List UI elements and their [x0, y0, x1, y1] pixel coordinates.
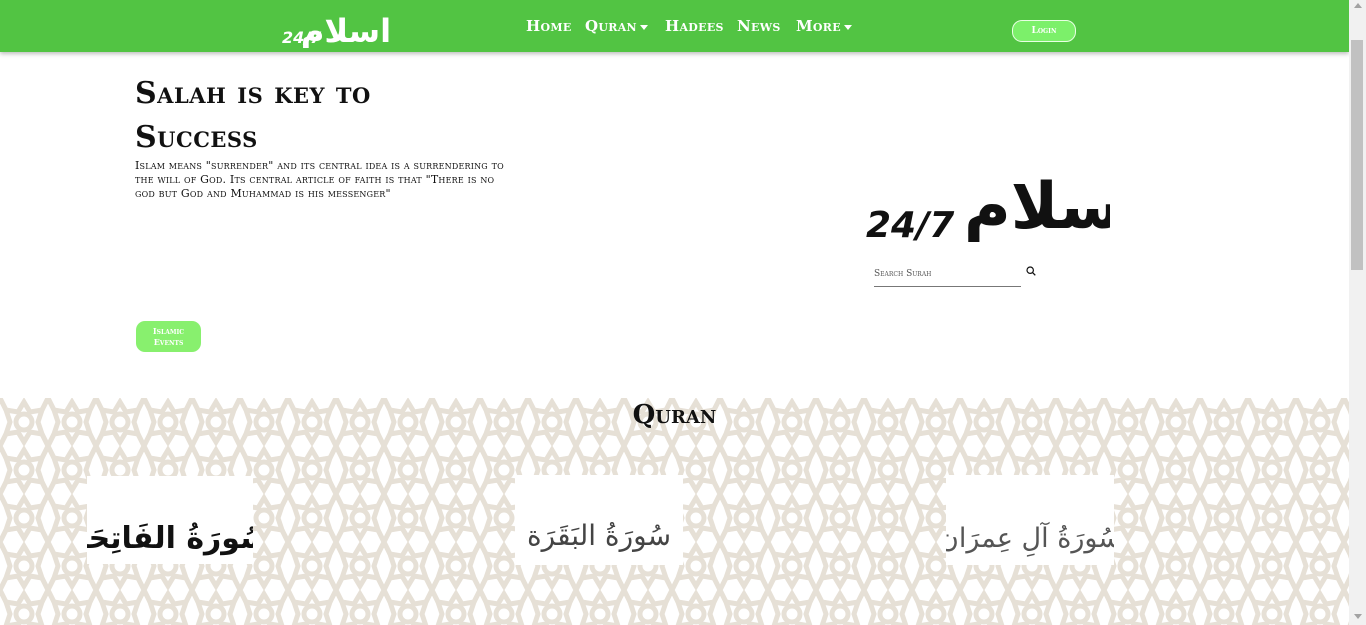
islamic-events-button[interactable]: Islamic Events	[136, 321, 201, 352]
scrollbar-thumb[interactable]	[1351, 40, 1363, 270]
hero-description: Islam means "surrender" and its central …	[135, 159, 504, 200]
nav-quran[interactable]: Quran	[585, 17, 648, 35]
nav-home[interactable]: Home	[526, 17, 572, 35]
surah-card-al-baqarah[interactable]: سُورَةُ البَقَرَة	[515, 475, 683, 565]
surah-calligraphy: سُورَةُ الفَاتِحَة	[87, 521, 253, 556]
surah-calligraphy: سُورَةُ البَقَرَة	[527, 519, 671, 552]
nav-news[interactable]: News	[737, 17, 781, 35]
caret-down-icon	[639, 24, 648, 30]
page-scrollbar[interactable]	[1349, 0, 1366, 625]
logo-mark: اسلام	[301, 12, 391, 48]
hero-logo-mark: اسلام	[964, 170, 1110, 242]
quran-heading: Quran	[632, 400, 717, 430]
quran-section: Quran سُورَةُ الفَاتِحَة سُورَةُ البَقَر…	[0, 398, 1349, 625]
scroll-down-arrow-icon[interactable]	[1354, 614, 1362, 619]
top-navbar: 24/7 اسلام Home Quran Hadees News More L…	[0, 0, 1349, 52]
site-logo[interactable]: 24/7 اسلام	[280, 4, 395, 48]
login-button[interactable]: Login	[1012, 20, 1076, 42]
scroll-up-arrow-icon[interactable]	[1354, 3, 1362, 8]
search-icon[interactable]	[1026, 266, 1036, 276]
surah-calligraphy: سُورَةُ آلِ عِمرَان	[946, 522, 1114, 557]
hero-logo-text: 24/7	[866, 205, 954, 242]
hero-logo: 24/7 اسلام	[866, 170, 1110, 242]
search-surah-input[interactable]	[874, 262, 1021, 287]
nav-hadees[interactable]: Hadees	[665, 17, 724, 35]
caret-down-icon	[843, 24, 852, 30]
surah-card-al-fatiha[interactable]: سُورَةُ الفَاتِحَة	[87, 476, 253, 564]
hero-title: Salah is key to Success	[135, 76, 371, 155]
surah-card-al-imran[interactable]: سُورَةُ آلِ عِمرَان	[946, 475, 1114, 565]
nav-more[interactable]: More	[796, 17, 852, 35]
